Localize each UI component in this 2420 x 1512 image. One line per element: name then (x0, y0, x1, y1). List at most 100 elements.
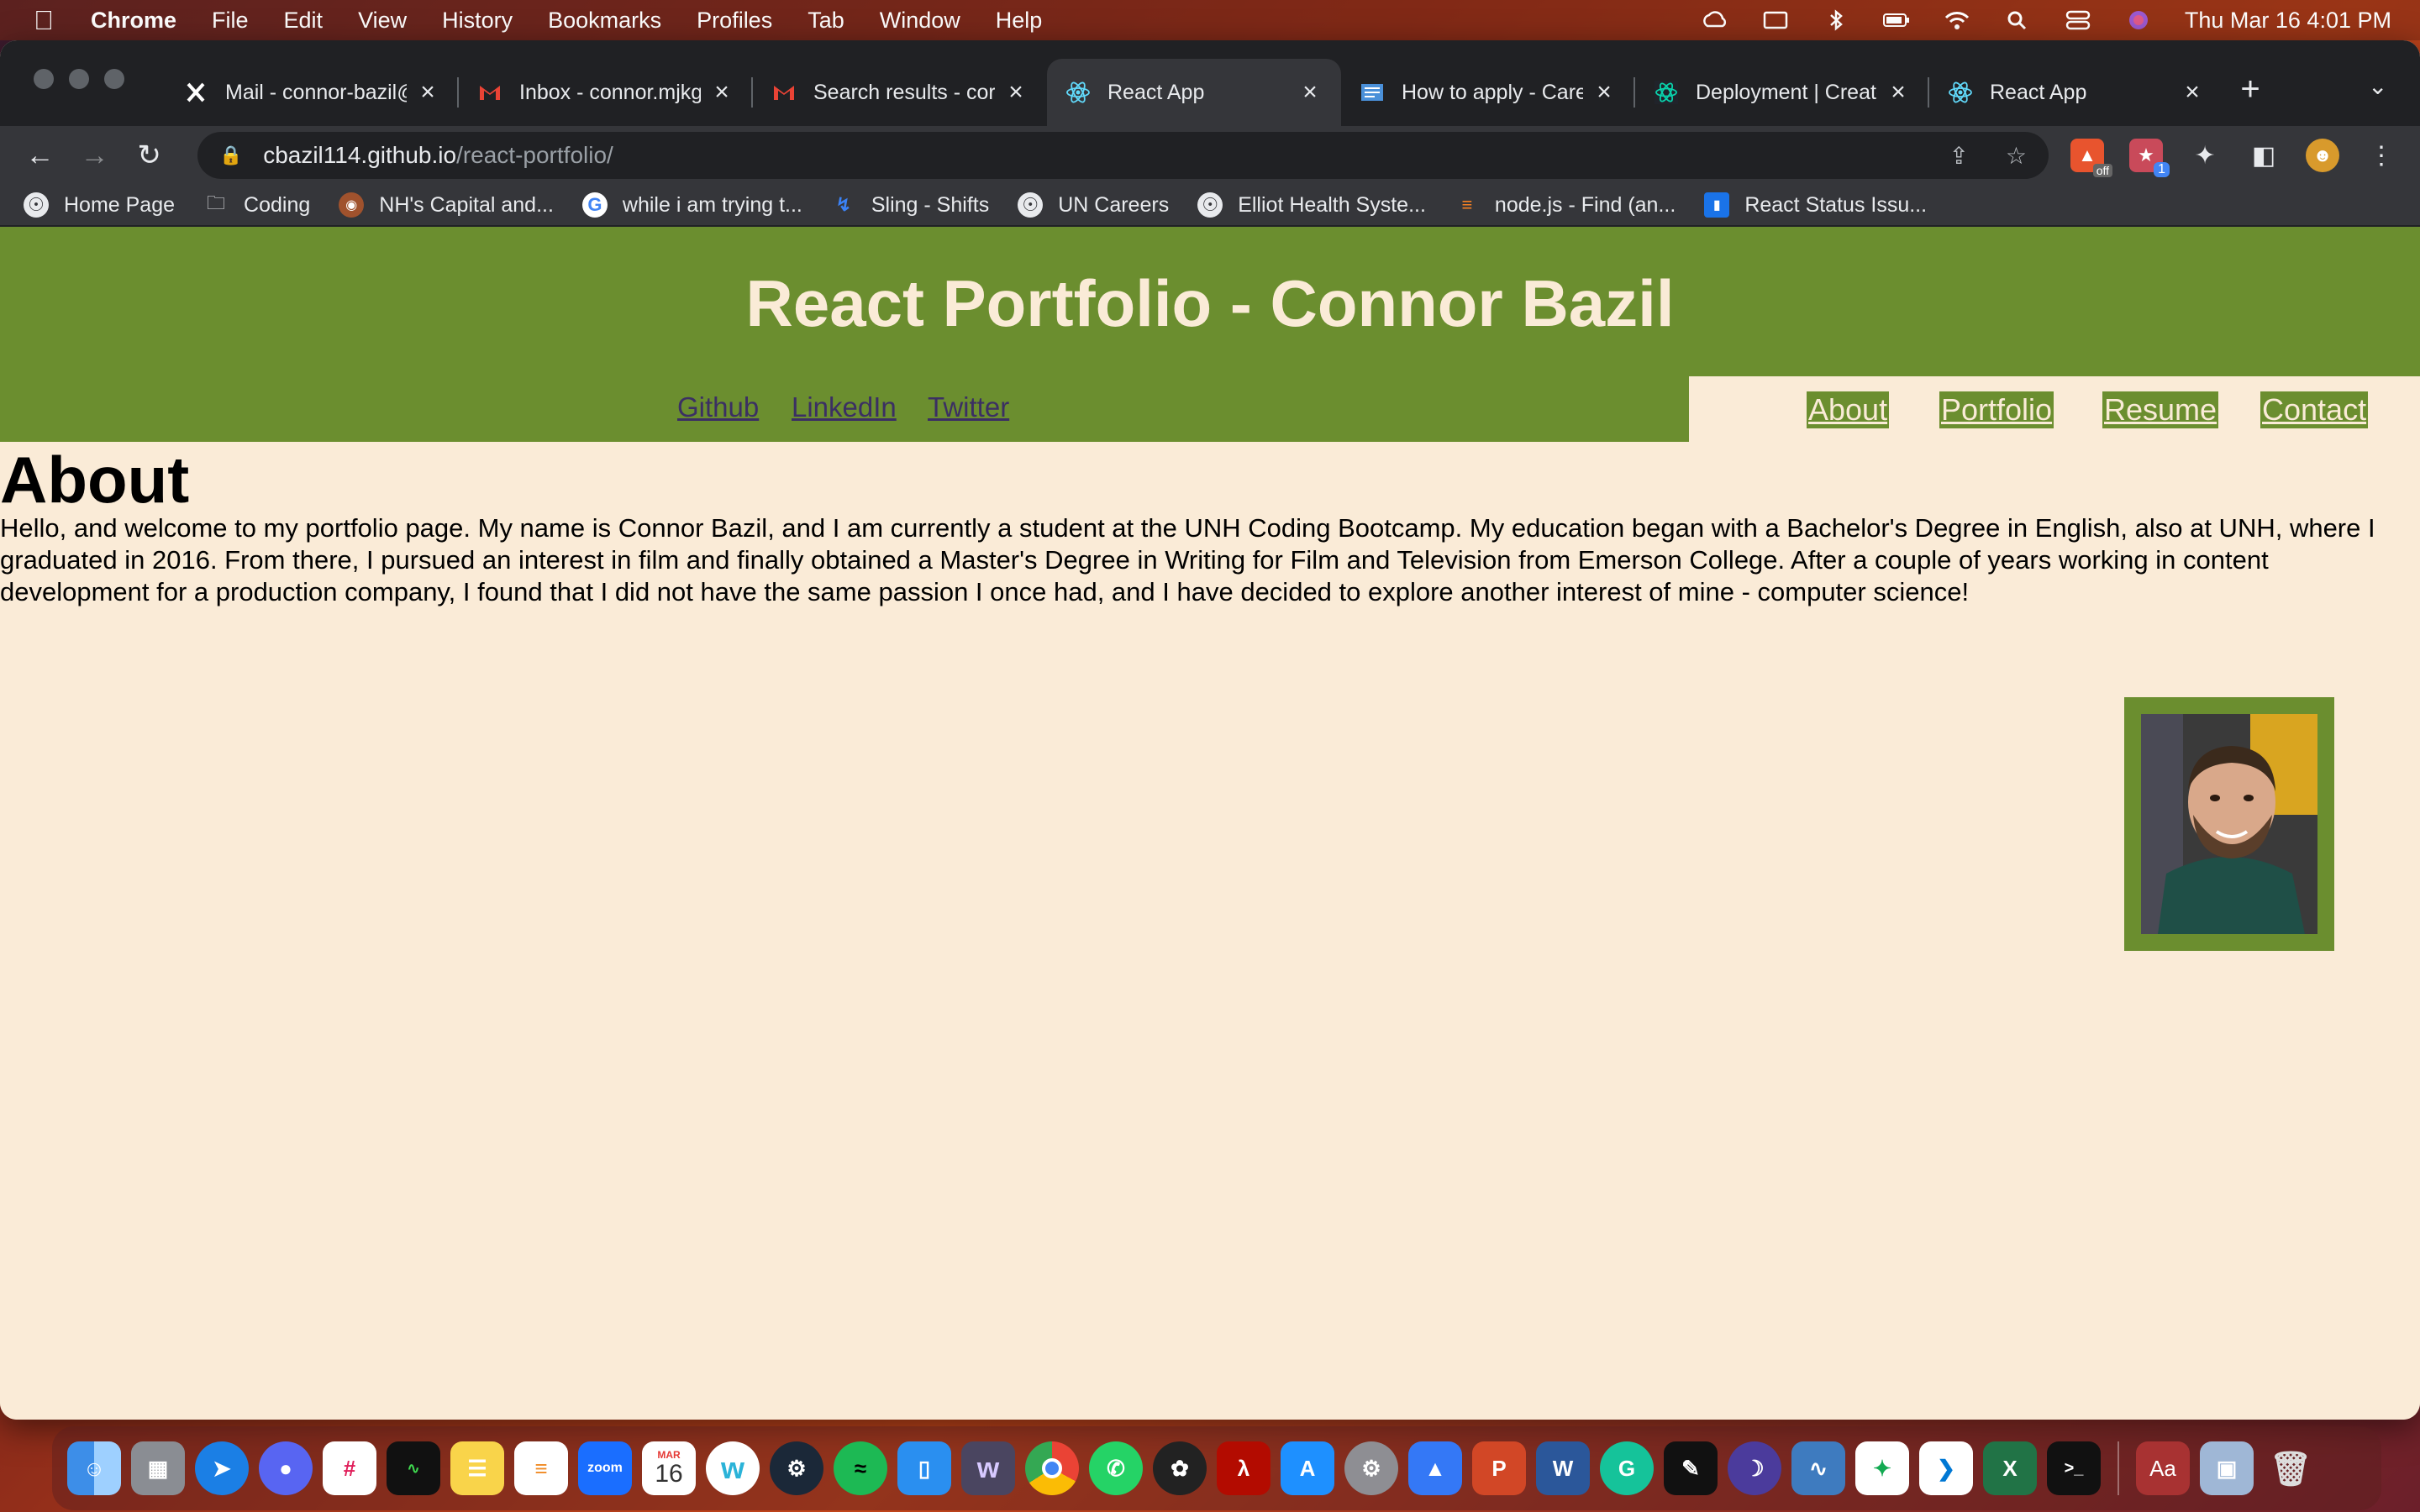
tab-deployment[interactable]: Deployment | Create × (1635, 59, 1929, 126)
tab-mail[interactable]: Mail - connor-bazil@ × (165, 59, 459, 126)
tab-react-app-2[interactable]: React App × (1929, 59, 2223, 126)
github-link[interactable]: Github (677, 391, 759, 423)
excel-icon[interactable]: X (1983, 1441, 2037, 1495)
extensions-puzzle-icon[interactable]: ✦ (2188, 139, 2222, 172)
address-bar[interactable]: 🔒 cbazil114.github.io/react-portfolio/ ⇪… (197, 132, 2049, 179)
bookmark-star-icon[interactable]: ☆ (2006, 142, 2027, 170)
chrome-icon[interactable] (1025, 1441, 1079, 1495)
mongodb-compass-icon[interactable]: ✦ (1855, 1441, 1909, 1495)
tab-search-results[interactable]: Search results - cor × (753, 59, 1047, 126)
close-tab-icon[interactable]: × (1297, 78, 1323, 107)
launchpad-icon[interactable]: ▦ (131, 1441, 185, 1495)
tab-inbox[interactable]: Inbox - connor.mjkg × (459, 59, 753, 126)
spotlight-search-icon[interactable] (2003, 9, 2032, 31)
back-button[interactable]: ← (22, 137, 58, 174)
bookmark-react-status[interactable]: ▮ React Status Issu... (1704, 192, 1927, 218)
vscode-icon[interactable]: ❯ (1919, 1441, 1973, 1495)
zoom-icon[interactable]: zoom (578, 1441, 632, 1495)
bookmark-elliot-health[interactable]: ☉ Elliot Health Syste... (1197, 192, 1426, 218)
acrobat-icon[interactable]: λ (1217, 1441, 1270, 1495)
close-tab-icon[interactable]: × (709, 78, 734, 107)
nav-contact-link[interactable]: Contact (2260, 391, 2369, 428)
battery-icon[interactable] (1882, 9, 1911, 31)
keynote-icon[interactable]: ▯ (897, 1441, 951, 1495)
display-icon[interactable] (1761, 9, 1790, 31)
terminal-icon[interactable]: >_ (2047, 1441, 2101, 1495)
tab-search-chevron-icon[interactable]: ⌄ (2368, 72, 2387, 100)
linkedin-link[interactable]: LinkedIn (792, 391, 897, 423)
menu-edit[interactable]: Edit (284, 8, 324, 34)
forward-button[interactable]: → (76, 137, 113, 174)
slack-icon[interactable]: # (323, 1441, 376, 1495)
davinci-resolve-icon[interactable]: ✿ (1153, 1441, 1207, 1495)
extension-badge-icon[interactable]: ★ 1 (2129, 139, 2170, 177)
close-tab-icon[interactable]: × (1003, 78, 1028, 107)
reload-button[interactable]: ↻ (131, 137, 167, 174)
bookmark-google-search[interactable]: G while i am trying t... (581, 192, 802, 218)
twitter-link[interactable]: Twitter (928, 391, 1009, 423)
grammarly-icon[interactable]: G (1600, 1441, 1654, 1495)
calendar-icon[interactable]: MAR 16 (642, 1441, 696, 1495)
dictionary-icon[interactable]: Aa (2136, 1441, 2190, 1495)
zoom-window-button[interactable] (104, 69, 124, 89)
nav-portfolio-link[interactable]: Portfolio (1939, 391, 2054, 428)
whatsapp-icon[interactable]: ✆ (1089, 1441, 1143, 1495)
menu-profiles[interactable]: Profiles (697, 8, 772, 34)
bookmark-nh-capital[interactable]: ◉ NH's Capital and... (339, 192, 554, 218)
bookmark-un-careers[interactable]: ☉ UN Careers (1018, 192, 1169, 218)
bluetooth-icon[interactable] (1822, 9, 1850, 31)
close-tab-icon[interactable]: × (1886, 78, 1911, 107)
menu-tab[interactable]: Tab (808, 8, 844, 34)
finder-icon[interactable]: ☺ (67, 1441, 121, 1495)
close-tab-icon[interactable]: × (2180, 78, 2205, 107)
lock-icon[interactable]: 🔒 (219, 144, 242, 166)
close-tab-icon[interactable]: × (1591, 78, 1617, 107)
menu-history[interactable]: History (442, 8, 513, 34)
notes-icon[interactable]: ☰ (450, 1441, 504, 1495)
nav-about-link[interactable]: About (1807, 391, 1890, 428)
activity-monitor-icon[interactable]: ∿ (387, 1441, 440, 1495)
mysql-workbench-icon[interactable]: ∿ (1791, 1441, 1845, 1495)
tab-react-app-active[interactable]: React App × (1047, 59, 1341, 126)
profile-avatar[interactable]: ☻ (2306, 139, 2340, 172)
chrome-menu-icon[interactable]: ⋮ (2365, 139, 2398, 172)
control-center-icon[interactable] (2064, 9, 2092, 31)
share-icon[interactable]: ⇪ (1949, 142, 1968, 170)
minimize-window-button[interactable] (69, 69, 89, 89)
preview-icon[interactable]: ▣ (2200, 1441, 2254, 1495)
close-window-button[interactable] (34, 69, 54, 89)
new-tab-button[interactable]: + (2233, 71, 2267, 108)
safari-icon[interactable]: ➤ (195, 1441, 249, 1495)
nav-resume-link[interactable]: Resume (2102, 391, 2219, 428)
menu-bookmarks[interactable]: Bookmarks (548, 8, 661, 34)
bookmark-sling[interactable]: ↯ Sling - Shifts (831, 192, 990, 218)
menubar-clock[interactable]: Thu Mar 16 4:01 PM (2185, 8, 2391, 34)
kindle-icon[interactable]: ✎ (1664, 1441, 1718, 1495)
menu-app-chrome[interactable]: Chrome (91, 8, 176, 34)
menu-help[interactable]: Help (996, 8, 1043, 34)
extension-icon-off[interactable]: ▲ off (2070, 139, 2113, 177)
powerpoint-icon[interactable]: P (1472, 1441, 1526, 1495)
bookmark-coding-folder[interactable]: 🗀 Coding (203, 192, 310, 218)
apple-menu-icon[interactable]:  (29, 5, 59, 36)
siri-icon[interactable] (2124, 9, 2153, 31)
app-store-icon[interactable]: A (1281, 1441, 1334, 1495)
wiki-app-icon[interactable]: w (961, 1441, 1015, 1495)
webex-icon[interactable]: w (706, 1441, 760, 1495)
wifi-icon[interactable] (1943, 9, 1971, 31)
bookmark-home-page[interactable]: ☉ Home Page (24, 192, 175, 218)
night-app-icon[interactable]: ☽ (1728, 1441, 1781, 1495)
word-icon[interactable]: W (1536, 1441, 1590, 1495)
bookmark-nodejs-find[interactable]: ≡ node.js - Find (an... (1455, 192, 1676, 218)
discord-icon[interactable]: ● (259, 1441, 313, 1495)
tab-how-to-apply[interactable]: How to apply - Care × (1341, 59, 1635, 126)
steam-icon[interactable]: ⚙ (770, 1441, 823, 1495)
menu-view[interactable]: View (358, 8, 407, 34)
reminders-icon[interactable]: ≡ (514, 1441, 568, 1495)
menu-window[interactable]: Window (880, 8, 960, 34)
menu-file[interactable]: File (212, 8, 249, 34)
system-settings-icon[interactable]: ⚙ (1344, 1441, 1398, 1495)
close-tab-icon[interactable]: × (415, 78, 440, 107)
network-app-icon[interactable]: ▲ (1408, 1441, 1462, 1495)
spotify-icon[interactable]: ≈ (834, 1441, 887, 1495)
